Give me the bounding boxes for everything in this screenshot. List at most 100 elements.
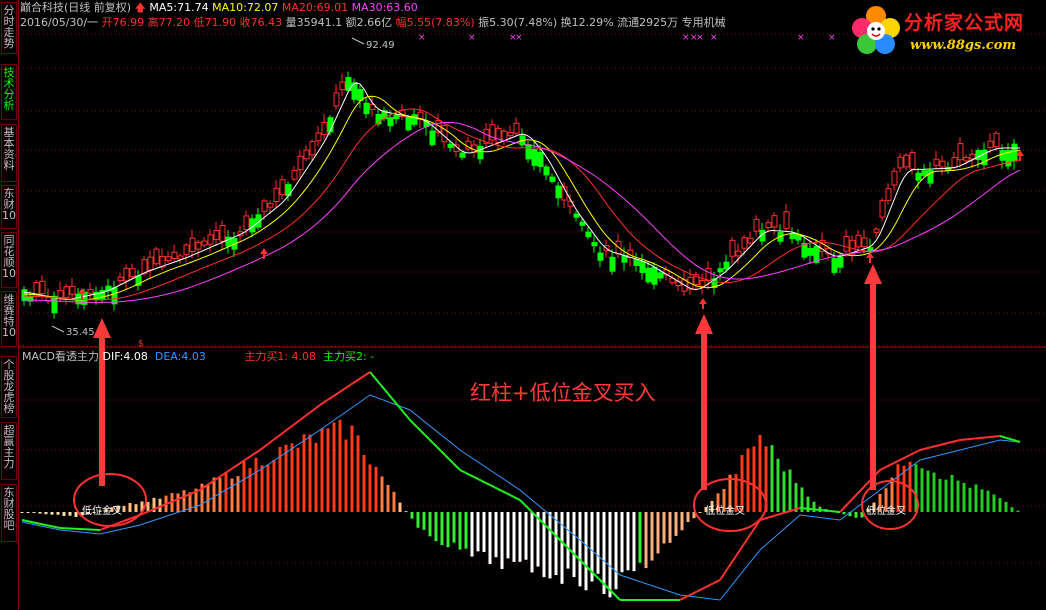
candle — [831, 258, 838, 273]
candle — [579, 221, 586, 226]
candle — [219, 225, 226, 242]
candle — [747, 237, 754, 244]
ma30-value: 63.60 — [386, 1, 418, 14]
buy-arrow-icon — [699, 298, 707, 309]
macd-bar — [308, 434, 312, 512]
candle — [549, 176, 556, 182]
signal-mark: × — [710, 33, 718, 43]
macd-bar — [956, 480, 960, 512]
macd-bar — [974, 484, 978, 512]
macd-bar — [404, 511, 408, 513]
dif-line — [21, 519, 61, 529]
candle — [921, 170, 928, 176]
close-label: 收 — [239, 16, 251, 29]
logo-url[interactable]: www.88gs.com — [910, 38, 1016, 53]
price-macd-chart[interactable]: × × ×× × ×× × × ×92.4935.45$ — [0, 0, 1046, 610]
candle — [315, 132, 322, 142]
macd-bar — [20, 512, 24, 513]
macd-bar — [986, 490, 990, 512]
macd-bar — [656, 512, 660, 554]
macd-bar — [674, 512, 678, 536]
candle — [303, 149, 310, 160]
candle — [321, 122, 328, 135]
macd-bar — [980, 489, 984, 512]
macd-title[interactable]: MACD看透主力 — [22, 350, 99, 363]
macd-bar — [296, 447, 300, 512]
macd-bar — [560, 512, 564, 584]
candle — [975, 150, 982, 161]
buy1-value: 4.08 — [291, 350, 317, 363]
candle — [621, 255, 628, 263]
change-value: 5.55(7.83%) — [406, 16, 475, 29]
price-low-pointer — [51, 325, 65, 333]
candle — [705, 267, 712, 282]
candle — [855, 234, 862, 248]
macd-bar — [998, 498, 1002, 512]
signal-label-3: 低位金叉 — [866, 506, 906, 517]
macd-bar — [428, 512, 432, 537]
dif-line — [459, 469, 521, 501]
macd-bar — [968, 487, 972, 512]
candle — [753, 218, 760, 232]
macd-bar — [68, 512, 72, 516]
ma30-label: MA30: — [351, 1, 387, 14]
swing-value: 5.30(7.48%) — [489, 16, 558, 29]
candle — [657, 272, 664, 279]
macd-bar — [566, 512, 570, 569]
annotation-text: 红柱+低位金叉买入 — [470, 381, 656, 405]
candle — [363, 102, 370, 115]
macd-bar — [596, 512, 600, 574]
dif-line — [99, 514, 141, 531]
candle — [597, 252, 604, 261]
candle — [69, 285, 76, 295]
macd-bar — [668, 512, 672, 543]
macd-bar — [362, 454, 366, 512]
candle — [771, 215, 778, 228]
macd-bar — [698, 512, 702, 513]
candle — [639, 261, 646, 273]
candle — [393, 114, 400, 120]
candle — [165, 256, 172, 261]
candle — [879, 200, 886, 218]
macd-header: MACD看透主力 DIF:4.08 DEA:4.03 主力买1: 4.08 主力… — [22, 351, 374, 363]
dea-label: DEA: — [154, 350, 182, 363]
candle — [957, 143, 964, 161]
candle — [891, 170, 898, 186]
low-label: 低 — [193, 16, 205, 29]
macd-bar — [746, 448, 750, 512]
macd-bar — [506, 512, 510, 559]
sector-label: 专用机械 — [681, 16, 726, 29]
candle — [267, 203, 274, 208]
candle — [459, 152, 466, 158]
macd-bar — [206, 485, 210, 512]
candle — [279, 179, 286, 195]
candle — [993, 132, 1000, 148]
candle — [387, 117, 394, 127]
macd-bar — [992, 494, 996, 512]
candle — [999, 150, 1006, 161]
signal-mark: × — [696, 33, 704, 43]
macd-bar — [608, 512, 612, 598]
candle — [117, 276, 124, 282]
candle — [843, 235, 850, 252]
candle — [837, 256, 844, 268]
macd-bar — [854, 512, 858, 518]
candle — [63, 286, 70, 298]
candle — [987, 140, 994, 148]
ma10-label: MA10: — [212, 1, 247, 14]
dif-line — [409, 419, 461, 471]
high-label: 高 — [147, 16, 159, 29]
macd-bar — [1016, 510, 1020, 512]
candle — [183, 244, 190, 256]
period-label: (日线 前复权) — [64, 1, 132, 14]
macd-bar — [548, 512, 552, 579]
header-quote-line: 2016/05/30/一 开76.99 高77.20 低71.90 收76.43… — [20, 17, 726, 29]
signal-mark: × — [418, 33, 426, 43]
candle — [609, 256, 616, 272]
candle — [177, 255, 184, 260]
macd-bar — [512, 512, 516, 562]
candle — [201, 240, 208, 246]
candle — [723, 261, 730, 270]
buy-arrow-icon — [260, 248, 268, 259]
macd-bar — [50, 512, 54, 515]
